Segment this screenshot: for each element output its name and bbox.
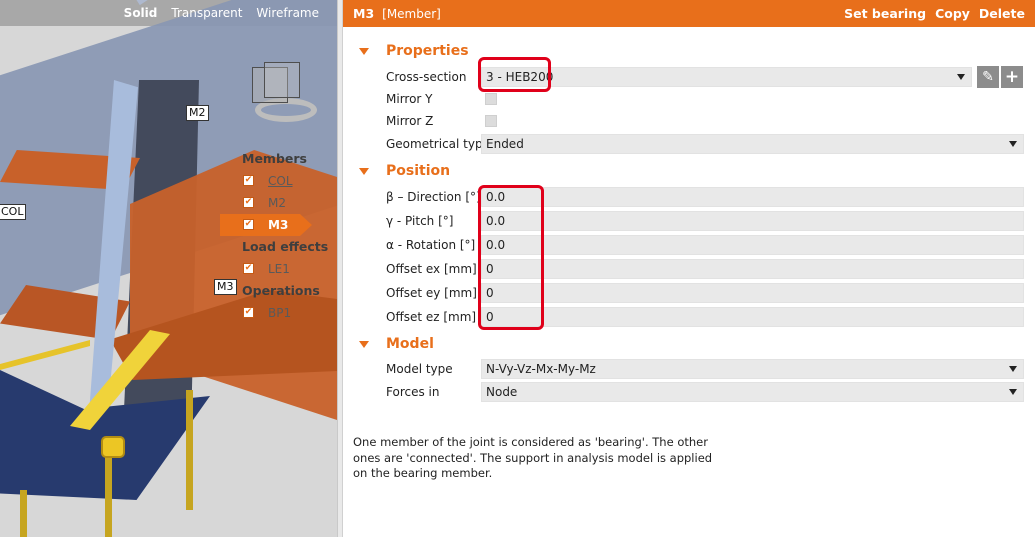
- chevron-down-icon: [1009, 366, 1017, 372]
- row-offset-ey: Offset ey [mm] 0: [386, 282, 1024, 304]
- direction-input[interactable]: 0.0: [481, 187, 1024, 207]
- base-plate-edge: [0, 340, 90, 370]
- copy-button[interactable]: Copy: [935, 6, 970, 21]
- view-mode-solid[interactable]: Solid: [124, 6, 158, 20]
- view-mode-transparent[interactable]: Transparent: [171, 6, 242, 20]
- rotation-input[interactable]: 0.0: [481, 235, 1024, 255]
- mirror-y-checkbox[interactable]: [485, 93, 497, 105]
- model-type-select[interactable]: N-Vy-Vz-Mx-My-Mz: [481, 359, 1024, 379]
- bearing-description: One member of the joint is considered as…: [353, 435, 713, 480]
- view-cube-icon[interactable]: [240, 62, 320, 128]
- tree-group-members[interactable]: Members: [220, 148, 337, 170]
- cross-section-select[interactable]: 3 - HEB200: [481, 67, 972, 87]
- panel-titlebar: M3 [Member] Set bearing Copy Delete: [343, 0, 1035, 27]
- anchor-rod: [20, 490, 27, 537]
- panel-member-name: M3: [353, 6, 375, 21]
- tree-item-le1[interactable]: ✔ LE1: [220, 258, 337, 280]
- panel-actions: Set bearing Copy Delete: [844, 6, 1025, 21]
- forces-in-label: Forces in: [386, 385, 440, 399]
- view-mode-wireframe[interactable]: Wireframe: [256, 6, 319, 20]
- scene-label-m2[interactable]: M2: [186, 105, 209, 121]
- row-mirror-z: Mirror Z: [386, 110, 1024, 132]
- row-geometrical-type: Geometrical type Ended: [386, 133, 1024, 155]
- project-tree: Members ✔ COL ✔ M2 ✔ M3 Load effects ✔ LE1 O…: [220, 148, 337, 324]
- tree-item-m2[interactable]: ✔ M2: [220, 192, 337, 214]
- row-direction: β – Direction [°] 0.0: [386, 186, 1024, 208]
- offset-ey-input[interactable]: 0: [481, 283, 1024, 303]
- delete-button[interactable]: Delete: [979, 6, 1025, 21]
- offset-ez-label: Offset ez [mm]: [386, 310, 477, 324]
- tree-group-load-effects[interactable]: Load effects: [220, 236, 337, 258]
- section-title: Position: [386, 163, 451, 179]
- properties-panel: M3 [Member] Set bearing Copy Delete Prop…: [343, 0, 1035, 537]
- chevron-down-icon: [1009, 389, 1017, 395]
- row-mirror-y: Mirror Y: [386, 88, 1024, 110]
- anchor-rod: [186, 390, 193, 510]
- checkbox-icon[interactable]: ✔: [243, 219, 254, 230]
- checkbox-icon[interactable]: ✔: [243, 175, 254, 186]
- offset-ex-label: Offset ex [mm]: [386, 262, 477, 276]
- tree-item-bp1[interactable]: ✔ BP1: [220, 302, 337, 324]
- checkbox-icon[interactable]: ✔: [243, 307, 254, 318]
- scene-label-col[interactable]: COL: [0, 204, 27, 220]
- set-bearing-button[interactable]: Set bearing: [844, 6, 926, 21]
- model-type-label: Model type: [386, 362, 453, 376]
- section-model[interactable]: Model: [359, 334, 434, 354]
- chevron-down-icon: [1009, 141, 1017, 147]
- checkbox-icon[interactable]: ✔: [243, 263, 254, 274]
- tree-group-operations[interactable]: Operations: [220, 280, 337, 302]
- section-title: Properties: [386, 43, 469, 59]
- offset-ez-input[interactable]: 0: [481, 307, 1024, 327]
- rotation-label: α - Rotation [°]: [386, 238, 476, 252]
- collapse-triangle-icon[interactable]: [359, 47, 369, 55]
- forces-in-select[interactable]: Node: [481, 382, 1024, 402]
- row-model-type: Model type N-Vy-Vz-Mx-My-Mz: [386, 358, 1024, 380]
- anchor-nut-icon: [101, 436, 125, 458]
- 3d-viewport[interactable]: Solid Transparent Wireframe M2 COL M3 Me…: [0, 0, 337, 537]
- mirror-z-checkbox[interactable]: [485, 115, 497, 127]
- row-rotation: α - Rotation [°] 0.0: [386, 234, 1024, 256]
- tree-item-col[interactable]: ✔ COL: [220, 170, 337, 192]
- row-cross-section: Cross-section 3 - HEB200 ✎ +: [386, 66, 1024, 88]
- pitch-input[interactable]: 0.0: [481, 211, 1024, 231]
- section-position[interactable]: Position: [359, 161, 450, 181]
- row-offset-ez: Offset ez [mm] 0: [386, 306, 1024, 328]
- tree-item-m3[interactable]: ✔ M3: [220, 214, 312, 236]
- geometrical-type-select[interactable]: Ended: [481, 134, 1024, 154]
- panel-member-kind: [Member]: [382, 6, 441, 21]
- offset-ex-input[interactable]: 0: [481, 259, 1024, 279]
- chevron-down-icon: [957, 74, 965, 80]
- mirror-y-label: Mirror Y: [386, 92, 433, 106]
- view-mode-bar: Solid Transparent Wireframe: [0, 0, 337, 26]
- plus-icon[interactable]: +: [1001, 66, 1023, 88]
- offset-ey-label: Offset ey [mm]: [386, 286, 477, 300]
- cross-section-label: Cross-section: [386, 70, 467, 84]
- pitch-label: γ - Pitch [°]: [386, 214, 454, 228]
- anchor-rod: [105, 455, 112, 537]
- section-title: Model: [386, 336, 434, 352]
- direction-label: β – Direction [°]: [386, 190, 481, 204]
- mirror-z-label: Mirror Z: [386, 114, 434, 128]
- collapse-triangle-icon[interactable]: [359, 340, 369, 348]
- checkbox-icon[interactable]: ✔: [243, 197, 254, 208]
- row-forces-in: Forces in Node: [386, 381, 1024, 403]
- row-pitch: γ - Pitch [°] 0.0: [386, 210, 1024, 232]
- row-offset-ex: Offset ex [mm] 0: [386, 258, 1024, 280]
- collapse-triangle-icon[interactable]: [359, 167, 369, 175]
- pencil-icon[interactable]: ✎: [977, 66, 999, 88]
- section-properties[interactable]: Properties: [359, 41, 469, 61]
- geometrical-type-label: Geometrical type: [386, 137, 490, 151]
